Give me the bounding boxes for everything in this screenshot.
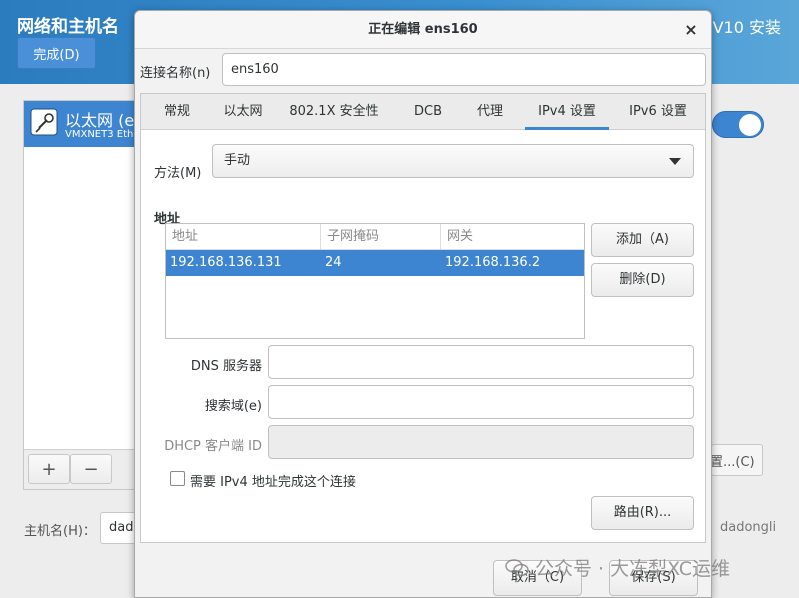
column-header-gateway[interactable]: 网关: [441, 224, 584, 250]
delete-address-button[interactable]: 删除(D): [591, 263, 694, 297]
table-row[interactable]: 192.168.136.131 24 192.168.136.2: [166, 250, 584, 276]
add-address-button[interactable]: 添加（A): [591, 223, 694, 257]
require-ipv4-checkbox[interactable]: [170, 471, 185, 486]
method-dropdown[interactable]: 手动: [212, 144, 694, 178]
settings-notebook: 常规 以太网 802.1X 安全性 DCB 代理 IPv4 设置 IPv6 设置…: [140, 93, 706, 543]
tab-proxy[interactable]: 代理: [467, 94, 513, 130]
column-header-netmask[interactable]: 子网掩码: [321, 224, 441, 250]
dns-servers-input[interactable]: [268, 345, 694, 379]
edit-connection-dialog: 正在编辑 ens160 × 连接名称(n) ens160 常规 以太网 802.…: [134, 10, 712, 598]
cell-netmask[interactable]: 24: [321, 250, 342, 276]
tab-general[interactable]: 常规: [149, 94, 205, 130]
done-button[interactable]: 完成(D): [17, 37, 96, 69]
device-list-item[interactable]: 以太网 (en VMXNET3 Ethe: [24, 101, 140, 147]
add-device-button[interactable]: +: [28, 454, 70, 484]
address-table: 地址 子网掩码 网关 192.168.136.131 24 192.168.13…: [165, 223, 585, 339]
dhcp-client-id-input: [268, 425, 694, 459]
close-icon[interactable]: ×: [681, 20, 701, 40]
device-list: [23, 100, 141, 490]
dhcp-client-id-label: DHCP 客户端 ID: [164, 439, 262, 454]
connection-name-label: 连接名称(n): [140, 66, 211, 81]
page-title: 网络和主机名: [17, 17, 119, 37]
device-name: 以太网 (en: [65, 111, 140, 130]
tab-8021x-security[interactable]: 802.1X 安全性: [281, 94, 387, 130]
routes-button[interactable]: 路由(R)...: [591, 496, 694, 530]
cell-gateway[interactable]: 192.168.136.2: [441, 250, 540, 276]
remove-device-button[interactable]: −: [70, 454, 112, 484]
cell-address[interactable]: 192.168.136.131: [166, 250, 282, 276]
tab-ipv4-settings[interactable]: IPv4 设置: [525, 94, 609, 130]
device-subtitle: VMXNET3 Ethe: [65, 129, 140, 140]
tab-ipv6-settings[interactable]: IPv6 设置: [619, 94, 697, 130]
method-value: 手动: [224, 153, 251, 168]
tab-ethernet[interactable]: 以太网: [213, 94, 273, 130]
column-header-address[interactable]: 地址: [166, 224, 321, 250]
current-hostname: dadongli: [720, 520, 777, 535]
tab-bar: 常规 以太网 802.1X 安全性 DCB 代理 IPv4 设置 IPv6 设置: [141, 94, 705, 130]
dialog-title: 正在编辑 ens160: [135, 11, 711, 49]
device-list-toolbar: + −: [24, 449, 140, 489]
configure-button-label: 置...(C): [711, 454, 755, 470]
require-ipv4-label[interactable]: 需要 IPv4 地址完成这个连接: [190, 471, 356, 490]
chevron-down-icon: [669, 158, 681, 165]
search-domains-label: 搜索域(e): [204, 399, 262, 414]
search-domains-input[interactable]: [268, 385, 694, 419]
method-label: 方法(M): [154, 166, 202, 181]
configure-button[interactable]: 置...(C): [711, 444, 763, 476]
connection-name-input[interactable]: ens160: [222, 53, 706, 86]
tab-dcb[interactable]: DCB: [403, 94, 453, 130]
watermark-text: 公众号 · 大冻梨XC运维: [535, 558, 731, 580]
dns-servers-label: DNS 服务器: [190, 359, 262, 374]
installer-product-title: V10 安装: [712, 18, 781, 37]
wechat-icon: [505, 559, 529, 577]
hostname-label: 主机名(H)：: [24, 524, 96, 539]
ethernet-icon: [30, 108, 58, 136]
watermark: 公众号 · 大冻梨XC运维: [505, 554, 730, 581]
device-enable-toggle[interactable]: [712, 111, 764, 138]
toggle-knob: [739, 114, 761, 136]
